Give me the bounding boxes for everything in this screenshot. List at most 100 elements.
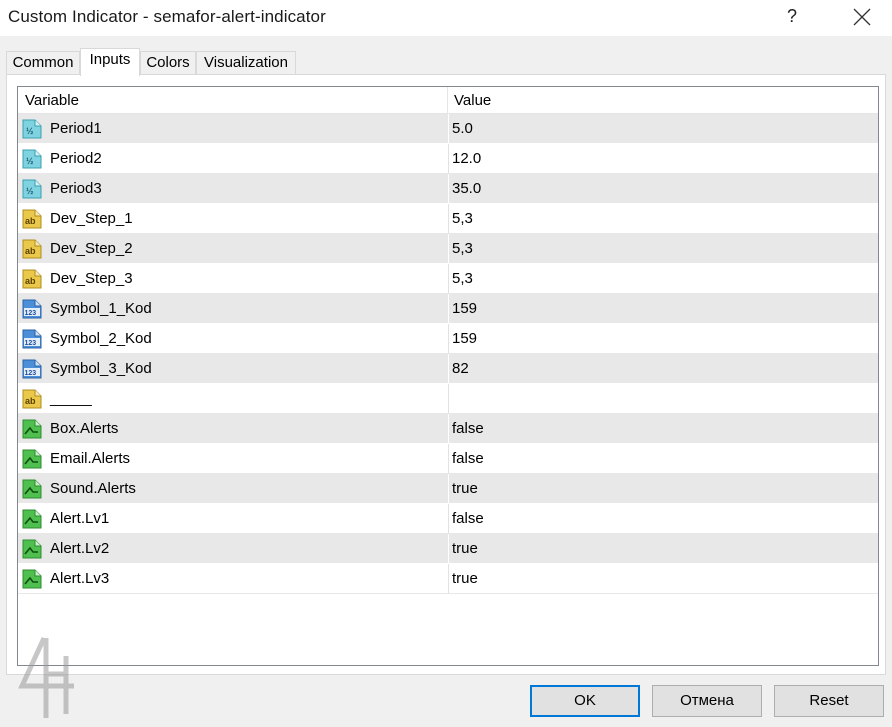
table-row[interactable]: Alert.Lv2 true [18,534,878,564]
table-row[interactable]: ½ Period1 5.0 [18,114,878,144]
variable-name: Email.Alerts [50,450,131,467]
column-separator [448,234,449,264]
variable-value[interactable]: 82 [452,354,469,384]
svg-text:ab: ab [25,396,36,406]
grid-header: Variable Value [18,87,878,114]
table-row[interactable]: 123 Symbol_1_Kod 159 [18,294,878,324]
svg-text:½: ½ [26,126,34,136]
variable-value[interactable]: 5.0 [452,114,473,144]
string-icon: ab [21,238,43,260]
variable-value[interactable]: true [452,474,478,504]
cancel-button[interactable]: Отмена [652,685,762,717]
inputs-grid[interactable]: Variable Value ½ Period1 5.0 ½ Period2 12.0 ½ P… [17,86,879,666]
table-row[interactable]: Box.Alerts false [18,414,878,444]
table-row[interactable]: ½ Period3 35.0 [18,174,878,204]
column-separator [448,414,449,444]
column-separator [448,294,449,324]
bool-icon [21,508,43,530]
table-row[interactable]: Alert.Lv3 true [18,564,878,594]
variable-value[interactable]: false [452,504,484,534]
column-separator [448,324,449,354]
variable-value[interactable]: 5,3 [452,234,473,264]
svg-text:ab: ab [25,276,36,286]
variable-value[interactable]: 5,3 [452,204,473,234]
bool-icon [21,568,43,590]
variable-name: _____ [50,390,92,407]
string-icon: ab [21,268,43,290]
table-row[interactable]: ab Dev_Step_2 5,3 [18,234,878,264]
close-icon [853,8,871,26]
tab-inputs[interactable]: Inputs [80,48,140,76]
table-row[interactable]: ab _____ [18,384,878,414]
svg-text:123: 123 [25,370,37,377]
window-title: Custom Indicator - semafor-alert-indicat… [8,7,326,26]
column-separator [448,474,449,504]
table-row[interactable]: 123 Symbol_3_Kod 82 [18,354,878,384]
column-header-value[interactable]: Value [448,87,878,114]
bool-icon [21,448,43,470]
string-icon: ab [21,208,43,230]
bool-icon [21,478,43,500]
column-separator [448,264,449,294]
string-icon: ab [21,388,43,410]
variable-value[interactable]: 35.0 [452,174,481,204]
variable-value[interactable]: true [452,534,478,564]
double-icon: ½ [21,178,43,200]
ok-button[interactable]: OK [530,685,640,717]
variable-name: Symbol_1_Kod [50,300,152,317]
variable-name: Sound.Alerts [50,480,136,497]
double-icon: ½ [21,148,43,170]
svg-text:123: 123 [25,340,37,347]
reset-button[interactable]: Reset [774,685,884,717]
svg-text:ab: ab [25,216,36,226]
variable-name: Period1 [50,120,102,137]
table-row[interactable]: 123 Symbol_2_Kod 159 [18,324,878,354]
table-row[interactable]: Email.Alerts false [18,444,878,474]
logo-watermark [18,636,74,718]
svg-text:ab: ab [25,246,36,256]
column-separator [448,114,449,144]
variable-value[interactable]: true [452,564,478,594]
column-header-variable[interactable]: Variable [18,87,448,114]
variable-name: Dev_Step_2 [50,240,133,257]
double-icon: ½ [21,118,43,140]
integer-icon: 123 [21,298,43,320]
help-button[interactable]: ? [772,0,812,34]
table-row[interactable]: Sound.Alerts true [18,474,878,504]
variable-value[interactable]: false [452,414,484,444]
tab-common[interactable]: Common [6,51,80,75]
column-separator [448,504,449,534]
column-separator [448,174,449,204]
variable-name: Symbol_3_Kod [50,360,152,377]
column-separator [448,144,449,174]
column-separator [448,444,449,474]
variable-value[interactable]: false [452,444,484,474]
title-bar: Custom Indicator - semafor-alert-indicat… [0,0,892,36]
table-row[interactable]: ab Dev_Step_3 5,3 [18,264,878,294]
bool-icon [21,418,43,440]
variable-name: Alert.Lv1 [50,510,110,527]
variable-value[interactable]: 159 [452,294,477,324]
variable-name: Dev_Step_1 [50,210,133,227]
column-separator [448,564,449,594]
variable-name: Alert.Lv2 [50,540,110,557]
close-button[interactable] [840,0,884,34]
column-separator [448,534,449,564]
table-row[interactable]: Alert.Lv1 false [18,504,878,534]
svg-text:½: ½ [26,156,34,166]
table-row[interactable]: ½ Period2 12.0 [18,144,878,174]
column-separator [448,354,449,384]
tab-visualization[interactable]: Visualization [196,51,296,75]
svg-text:123: 123 [25,310,37,317]
variable-value[interactable]: 5,3 [452,264,473,294]
inputs-panel: Variable Value ½ Period1 5.0 ½ Period2 12.0 ½ P… [6,74,886,675]
variable-value[interactable]: 159 [452,324,477,354]
variable-name: Period3 [50,180,102,197]
integer-icon: 123 [21,358,43,380]
variable-name: Period2 [50,150,102,167]
variable-name: Symbol_2_Kod [50,330,152,347]
table-row[interactable]: ab Dev_Step_1 5,3 [18,204,878,234]
variable-name: Box.Alerts [50,420,119,437]
tab-colors[interactable]: Colors [140,51,196,75]
variable-value[interactable]: 12.0 [452,144,481,174]
